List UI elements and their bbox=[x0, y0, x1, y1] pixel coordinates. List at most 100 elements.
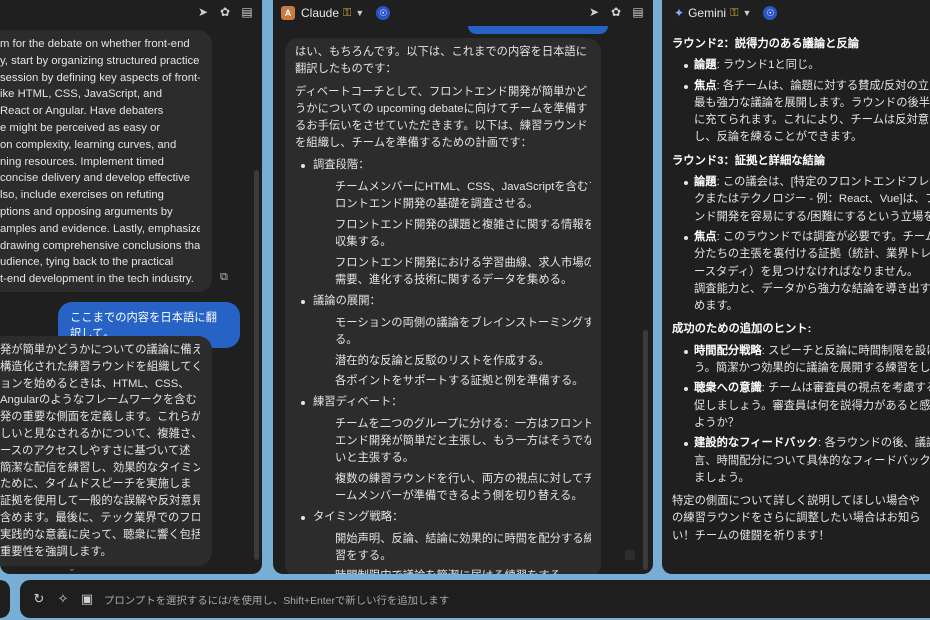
bullet-item: 建設的なフィードバック: 各ラウンドの後、議論 言、時間配分について具体的なフィー… bbox=[672, 435, 930, 487]
message-line: 実践的な意義に戻って、聴衆に響く包括 bbox=[0, 528, 200, 541]
section-item: チームを二つのグループに分ける：一方はフロント エンド開発が簡単だと主張し、もう一… bbox=[295, 416, 591, 467]
magic-wand-icon[interactable]: ✧ bbox=[54, 590, 72, 608]
item-text: : ラウンド1と同じ。 bbox=[716, 59, 820, 72]
item-line: ましょう。 bbox=[694, 470, 930, 487]
section-title: タイミング戦略： bbox=[295, 509, 591, 526]
hints-heading: 成功のための追加のヒント: bbox=[672, 323, 812, 336]
gemini-panel-header: ✦ Gemini ⚿ ▼ ☉ bbox=[662, 0, 930, 26]
item-text: し、反論を練ることができます。 bbox=[694, 131, 863, 144]
image-icon[interactable]: ▣ bbox=[78, 590, 96, 608]
item-line: 時間配分戦略: スピーチと反論に時間制限を設け bbox=[694, 343, 930, 360]
message-line: ために、タイムドスピーチを実施しま bbox=[0, 478, 192, 491]
section-item: 時間制限内で議論を簡潔に届ける練習をする。 bbox=[295, 568, 591, 574]
message-line: 発の重要な側面を定義します。これらが bbox=[0, 411, 200, 424]
round2-heading: ラウンド2：説得力のある議論と反論 bbox=[672, 38, 860, 50]
copy-icon[interactable]: ⧉ bbox=[220, 271, 228, 284]
hints-list: 時間配分戦略: スピーチと反論に時間制限を設け う。簡潔かつ効果的に議論を展開する… bbox=[672, 343, 930, 487]
item-line: う。簡潔かつ効果的に議論を展開する練習をし bbox=[694, 360, 930, 377]
section-item: フロントエンド開発の課題と複雑さに関する情報を 収集する。 bbox=[295, 217, 591, 251]
clean-icon[interactable]: ✿ bbox=[609, 5, 623, 19]
claude-chat-panel: A Claude ⚿ ▼ ☉ ➤ ✿ ▤ はい、もちろんです。以下は、これまでの… bbox=[273, 0, 653, 574]
item-label: 論題 bbox=[694, 59, 717, 72]
section-item: チームメンバーにHTML、CSS、JavaScriptを含むフ ロントエンド開発の… bbox=[295, 179, 591, 213]
message-line: React or Angular. Have debaters bbox=[0, 105, 164, 118]
item-label: 焦点 bbox=[694, 79, 717, 92]
document-icon[interactable]: ▤ bbox=[240, 5, 254, 19]
scrollbar[interactable] bbox=[254, 170, 259, 560]
message-line: udience, tying back to the practical bbox=[0, 256, 174, 269]
message-line: 構造化された練習ラウンドを組織してく bbox=[0, 360, 200, 373]
closing-line: の練習ラウンドをさらに調整したい場合はお知ら bbox=[672, 512, 921, 525]
item-line: フロントエンド開発の課題と複雑さに関する情報を bbox=[335, 219, 591, 232]
section-item: 各ポイントをサポートする証拠と例を準備する。 bbox=[295, 373, 591, 390]
item-text: 調査能力と、データから強力な結論を導き出す bbox=[694, 282, 930, 295]
clean-icon[interactable]: ✿ bbox=[218, 5, 232, 19]
item-label: 論題 bbox=[694, 176, 717, 189]
paragraph-line: うかについての upcoming debateに向けてチームを準備す bbox=[295, 102, 588, 115]
message-line: on complexity, learning curves, and bbox=[0, 138, 177, 151]
item-line: ームメンバーが準備できるよう側を切り替える。 bbox=[335, 489, 583, 502]
paragraph-line: ディベートコーチとして、フロントエンド開発が簡単かど bbox=[295, 85, 588, 98]
item-text: ースタディ）を見つけなければなりません。 bbox=[694, 265, 919, 278]
model-dropdown-chevron-icon[interactable]: ▼ bbox=[742, 8, 751, 18]
item-label: 時間配分戦略 bbox=[694, 344, 762, 357]
item-line: 収集する。 bbox=[335, 236, 392, 249]
message-line: 発が簡単かどうかについての議論に備え bbox=[0, 344, 200, 356]
bullet-item: 論題: ラウンド1と同じ。 bbox=[672, 57, 930, 74]
bullet-item: 焦点: このラウンドでは調査が必要です。チーム 分たちの主張を裏付ける証拠（統計、… bbox=[672, 229, 930, 315]
share-icon[interactable]: ➤ bbox=[587, 5, 601, 19]
response-intro: はい、もちろんです。以下は、これまでの内容を日本語に翻訳したものです： bbox=[295, 46, 588, 75]
item-line: いと主張する。 bbox=[335, 452, 415, 465]
message-line: ptions and opposing arguments by bbox=[0, 205, 173, 218]
scroll-down-chevron-icon[interactable]: ⌄ bbox=[68, 563, 76, 574]
assistant-message-japanese: 発が簡単かどうかについての議論に備え 構造化された練習ラウンドを組織してく ョンを始… bbox=[0, 336, 212, 566]
item-line: 建設的なフィードバック: 各ラウンドの後、議論 bbox=[694, 435, 930, 452]
item-line: 潜在的な反論と反駁のリストを作成する。 bbox=[335, 354, 550, 367]
left-chat-panel: ➤ ✿ ▤ m for the debate on whether front-… bbox=[0, 0, 262, 574]
share-icon[interactable]: ➤ bbox=[196, 5, 210, 19]
prompt-bar[interactable]: ↻ ✧ ▣ プロンプトを選択するには/を使用し、Shift+Enterで新しい行… bbox=[20, 580, 930, 618]
message-line: lso, include exercises on refuting bbox=[0, 189, 164, 202]
item-text: : このラウンドでは調査が必要です。チーム bbox=[716, 230, 930, 243]
item-line: 習をする。 bbox=[335, 549, 392, 562]
message-line: t-end development in the tech industry. bbox=[0, 273, 194, 286]
paragraph-line: るお手伝いをさせていただきます。以下は、練習ラウンド bbox=[295, 119, 588, 132]
web-access-icon[interactable]: ☉ bbox=[376, 6, 391, 20]
claude-logo-icon: A bbox=[281, 6, 295, 20]
round3-list: 論題: この議会は、[特定のフロントエンドフレー クまたはテクノロジー - 例：R… bbox=[672, 174, 930, 315]
item-line: ンド開発を容易にする/困難にするという立場を bbox=[694, 209, 930, 226]
item-line: 最も強力な議論を展開します。ラウンドの後半 bbox=[694, 95, 930, 112]
scrollbar[interactable] bbox=[643, 330, 648, 570]
bullet-item: 聴衆への意識: チームは審査員の視点を考慮する 促しましょう。審査員は何を説得力が… bbox=[672, 380, 930, 432]
message-line: e might be perceived as easy or bbox=[0, 121, 161, 134]
item-line: 各ポイントをサポートする証拠と例を準備する。 bbox=[335, 375, 584, 388]
message-line: amples and evidence. Lastly, emphasize bbox=[0, 222, 200, 235]
section-item: 複数の練習ラウンドを行い、両方の視点に対してチ ームメンバーが準備できるよう側を切… bbox=[295, 471, 591, 505]
model-dropdown-chevron-icon[interactable]: ▼ bbox=[355, 8, 364, 18]
key-icon: ⚿ bbox=[343, 6, 352, 19]
gemini-response: ラウンド2：説得力のある議論と反論 論題: ラウンド1と同じ。 焦点: 各チームは… bbox=[672, 36, 930, 545]
scroll-anchor-icon[interactable] bbox=[625, 550, 635, 560]
item-line: 調査能力と、データから強力な結論を導き出す bbox=[694, 281, 930, 298]
message-line: y, start by organizing structured practi… bbox=[0, 54, 200, 67]
item-line: 需要、進化する技術に関するデータを集める。 bbox=[335, 273, 573, 286]
message-line: Angularのようなフレームワークを含む bbox=[0, 394, 197, 407]
item-line: る。 bbox=[335, 333, 358, 346]
bullet-item: 論題: この議会は、[特定のフロントエンドフレー クまたはテクノロジー - 例：R… bbox=[672, 174, 930, 226]
refresh-icon[interactable]: ↻ bbox=[30, 590, 48, 608]
section-title: 議論の展開： bbox=[295, 293, 591, 310]
item-text: : スピーチと反論に時間制限を設け bbox=[761, 344, 930, 357]
item-line: フロントエンド開発における学習曲線、求人市場の bbox=[335, 256, 591, 269]
round2-list: 論題: ラウンド1と同じ。焦点: 各チームは、論題に対する賛成/反対の立最も強力… bbox=[672, 57, 930, 146]
round3-heading: ラウンド3：証拠と詳細な結論 bbox=[672, 154, 826, 167]
closing-text: 特定の側面について詳しく説明してほしい場合や の練習ラウンドをさらに調整したい場合… bbox=[672, 493, 930, 545]
section-item: 開始声明、反論、結論に効果的に時間を配分する練 習をする。 bbox=[295, 531, 591, 565]
claude-response: はい、もちろんです。以下は、これまでの内容を日本語に翻訳したものです： ディベー… bbox=[285, 38, 601, 574]
web-access-icon[interactable]: ☉ bbox=[763, 6, 778, 20]
prompt-input[interactable]: プロンプトを選択するには/を使用し、Shift+Enterで新しい行を追加します bbox=[104, 592, 449, 607]
document-icon[interactable]: ▤ bbox=[631, 5, 645, 19]
section-item: モーションの両側の議論をブレインストーミングす る。 bbox=[295, 315, 591, 349]
item-text: : 各チームは、論題に対する賛成/反対の立 bbox=[716, 79, 930, 92]
item-line: 論題: この議会は、[特定のフロントエンドフレー bbox=[694, 174, 930, 191]
item-line: 複数の練習ラウンドを行い、両方の視点に対してチ bbox=[335, 472, 591, 485]
